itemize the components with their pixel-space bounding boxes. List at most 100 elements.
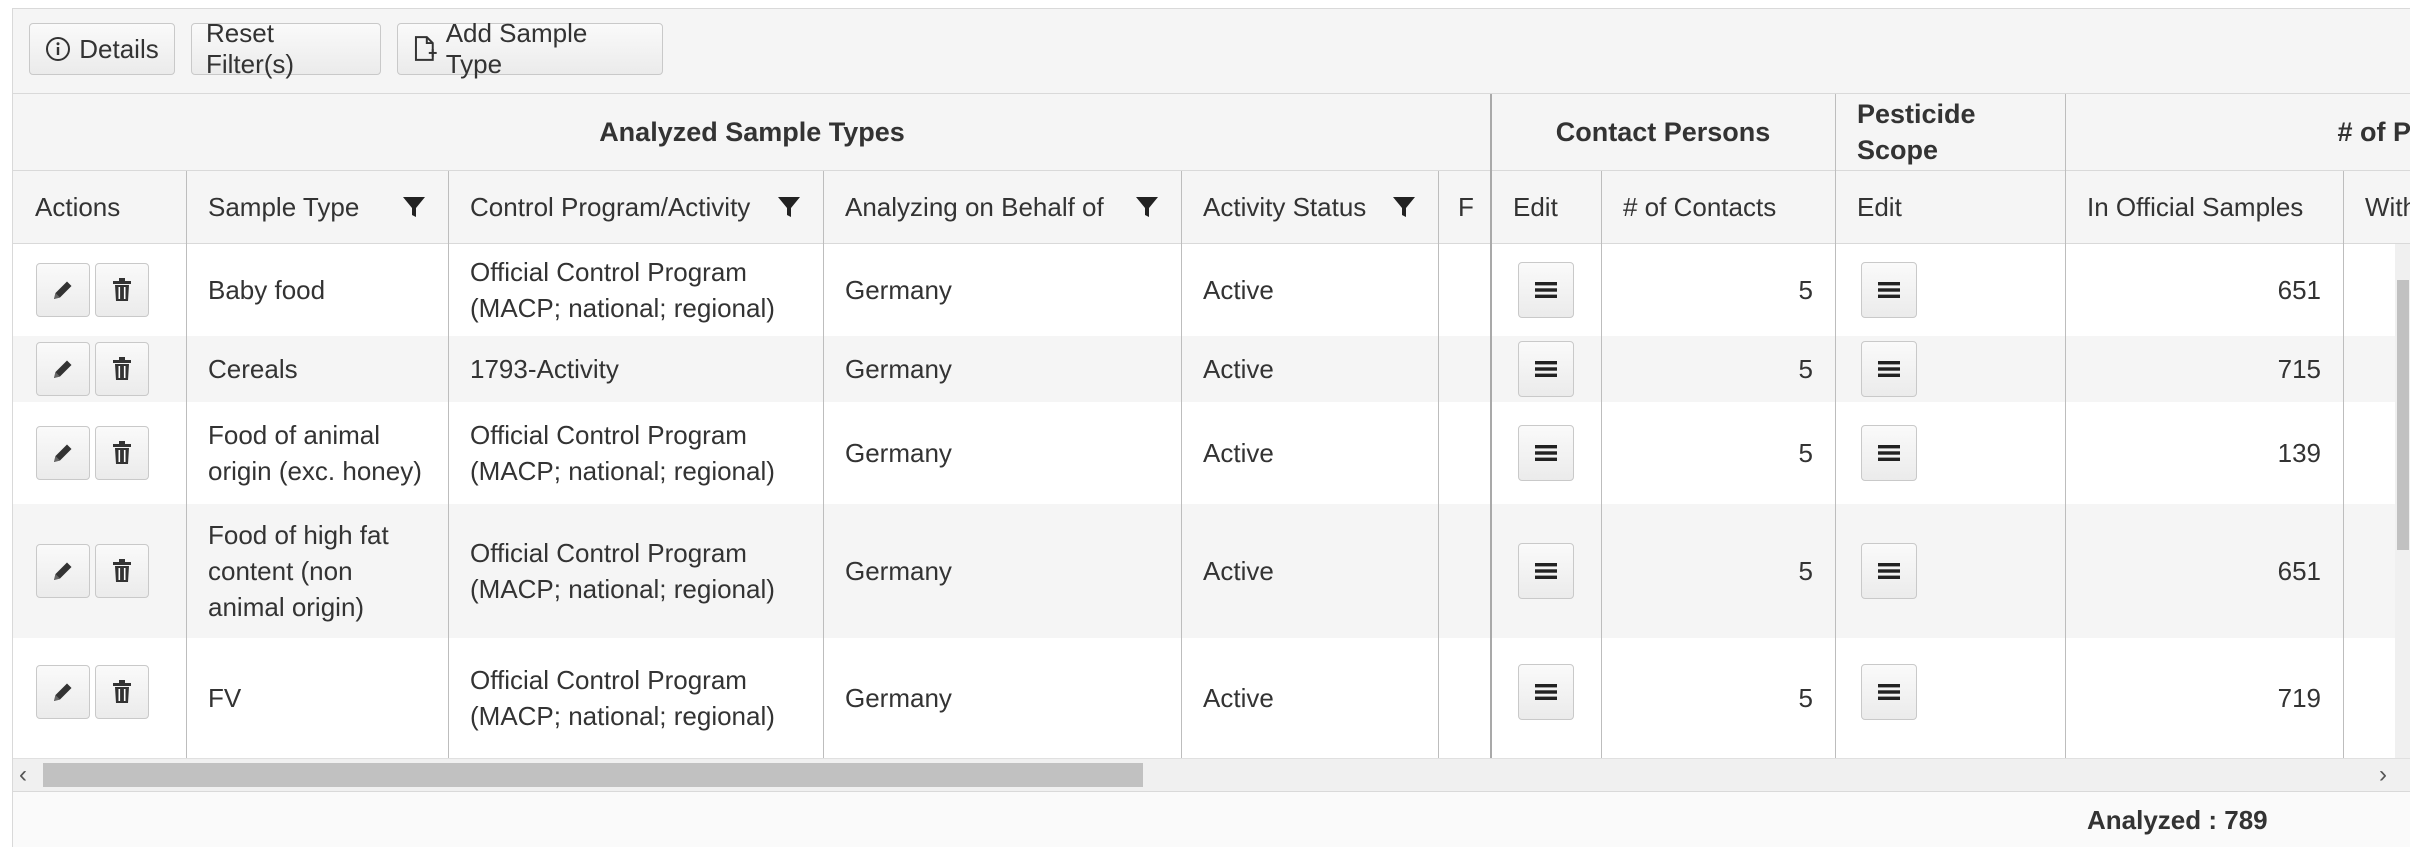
pencil-icon [54,562,72,580]
column-header-in-official-samples-label: In Official Samples [2087,192,2304,222]
column-header-contacts-edit-label: Edit [1513,192,1558,222]
edit-button[interactable] [36,263,90,317]
details-button[interactable]: Details [29,23,175,75]
pesticide-edit-button[interactable] [1861,543,1917,599]
column-divider [1601,171,1602,847]
column-header-control-program[interactable]: Control Program/Activity [448,171,823,244]
pencil-icon [54,281,72,299]
horizontal-scrollbar[interactable]: ‹ › [13,758,2410,792]
edit-button[interactable] [36,544,90,598]
add-sample-type-button[interactable]: Add Sample Type [397,18,663,79]
contacts-edit-button[interactable] [1518,341,1574,397]
status-cell: Active [1203,354,1274,384]
reset-filters-button[interactable]: Reset Filter(s) [191,18,381,79]
delete-button[interactable] [95,263,149,317]
sample-types-panel: Details Reset Filter(s) Add Sample Type … [12,8,2410,847]
control-program-cell: Official Control Program (MACP; national… [470,538,775,604]
column-divider [1181,171,1182,847]
column-header-in-official-samples[interactable]: In Official Samples [2065,171,2343,244]
contacts-count-cell: 5 [1798,683,1813,713]
trash-icon [113,357,131,380]
column-header-actions-label: Actions [35,192,121,222]
group-divider [2065,94,2066,847]
summary-footer: Analyzed : 789 [13,791,2410,847]
column-divider [186,171,187,847]
horizontal-scrollbar-thumb[interactable] [43,763,1143,787]
hamburger-menu-icon [1878,684,1900,700]
column-header-sample-type-label: Sample Type [208,192,360,222]
sample-type-cell: Food of high fat content (non animal ori… [208,520,389,622]
delete-button[interactable] [95,665,149,719]
column-divider [448,171,449,847]
hamburger-menu-icon [1535,563,1557,579]
column-header-sample-type[interactable]: Sample Type [186,171,448,244]
hamburger-menu-icon [1535,445,1557,461]
column-header-activity-status[interactable]: Activity Status [1181,171,1438,244]
filter-funnel-icon[interactable] [1135,195,1159,219]
column-header-pesticide-edit-label: Edit [1857,192,1902,222]
hamburger-menu-icon [1878,282,1900,298]
control-program-cell: Official Control Program (MACP; national… [470,420,775,486]
sample-type-cell: Baby food [208,275,326,305]
edit-button[interactable] [36,665,90,719]
group-divider [1490,94,1492,847]
edit-button[interactable] [36,426,90,480]
column-header-partial[interactable]: F [1438,171,1491,244]
pesticide-edit-button[interactable] [1861,262,1917,318]
hamburger-menu-icon [1535,361,1557,377]
column-header-number-of-contacts[interactable]: # of Contacts [1601,171,1835,244]
contacts-edit-button[interactable] [1518,664,1574,720]
column-header-analyzing-on-behalf[interactable]: Analyzing on Behalf of [823,171,1181,244]
pencil-icon [54,360,72,378]
group-header-count: # of P [2065,94,2410,171]
column-header-partial-label: F [1458,192,1474,222]
status-cell: Active [1203,683,1274,713]
details-label: Details [79,33,159,64]
group-divider [1835,94,1836,847]
behalf-cell: Germany [845,556,952,586]
analyzed-total: Analyzed : 789 [2087,805,2268,835]
toolbar: Details Reset Filter(s) Add Sample Type [13,9,2410,94]
hamburger-menu-icon [1535,684,1557,700]
add-document-icon [414,36,437,61]
status-cell: Active [1203,556,1274,586]
edit-button[interactable] [36,342,90,396]
info-circle-icon [46,37,71,61]
scroll-right-icon[interactable]: › [2379,759,2387,791]
pesticide-edit-button[interactable] [1861,341,1917,397]
column-header-analyzing-on-behalf-label: Analyzing on Behalf of [845,192,1104,222]
hamburger-menu-icon [1878,361,1900,377]
behalf-cell: Germany [845,438,952,468]
hamburger-menu-icon [1878,445,1900,461]
column-header-with[interactable]: With [2343,171,2410,244]
column-header-control-program-label: Control Program/Activity [470,192,751,222]
behalf-cell: Germany [845,275,952,305]
behalf-cell: Germany [845,683,952,713]
group-header-analyzed-sample-types: Analyzed Sample Types [13,94,1491,171]
column-divider [1438,171,1439,847]
delete-button[interactable] [95,426,149,480]
vertical-scrollbar-thumb[interactable] [2397,280,2409,550]
contacts-edit-button[interactable] [1518,425,1574,481]
contacts-edit-button[interactable] [1518,543,1574,599]
delete-button[interactable] [95,544,149,598]
contacts-edit-button[interactable] [1518,262,1574,318]
delete-button[interactable] [95,342,149,396]
control-program-cell: Official Control Program (MACP; national… [470,665,775,731]
scroll-left-icon[interactable]: ‹ [19,759,27,791]
official-samples-cell: 651 [2277,275,2321,305]
filter-funnel-icon[interactable] [777,195,801,219]
trash-icon [113,680,131,703]
group-header-pesticide-scope: Pesticide Scope [1835,94,2065,171]
official-samples-cell: 715 [2277,354,2321,384]
pesticide-edit-button[interactable] [1861,664,1917,720]
control-program-cell: 1793-Activity [470,354,619,384]
control-program-cell: Official Control Program (MACP; national… [470,257,775,323]
pencil-icon [54,444,72,462]
pesticide-edit-button[interactable] [1861,425,1917,481]
filter-funnel-icon[interactable] [402,195,426,219]
vertical-scrollbar[interactable] [2395,244,2410,758]
hamburger-menu-icon [1535,282,1557,298]
trash-icon [113,441,131,464]
filter-funnel-icon[interactable] [1392,195,1416,219]
